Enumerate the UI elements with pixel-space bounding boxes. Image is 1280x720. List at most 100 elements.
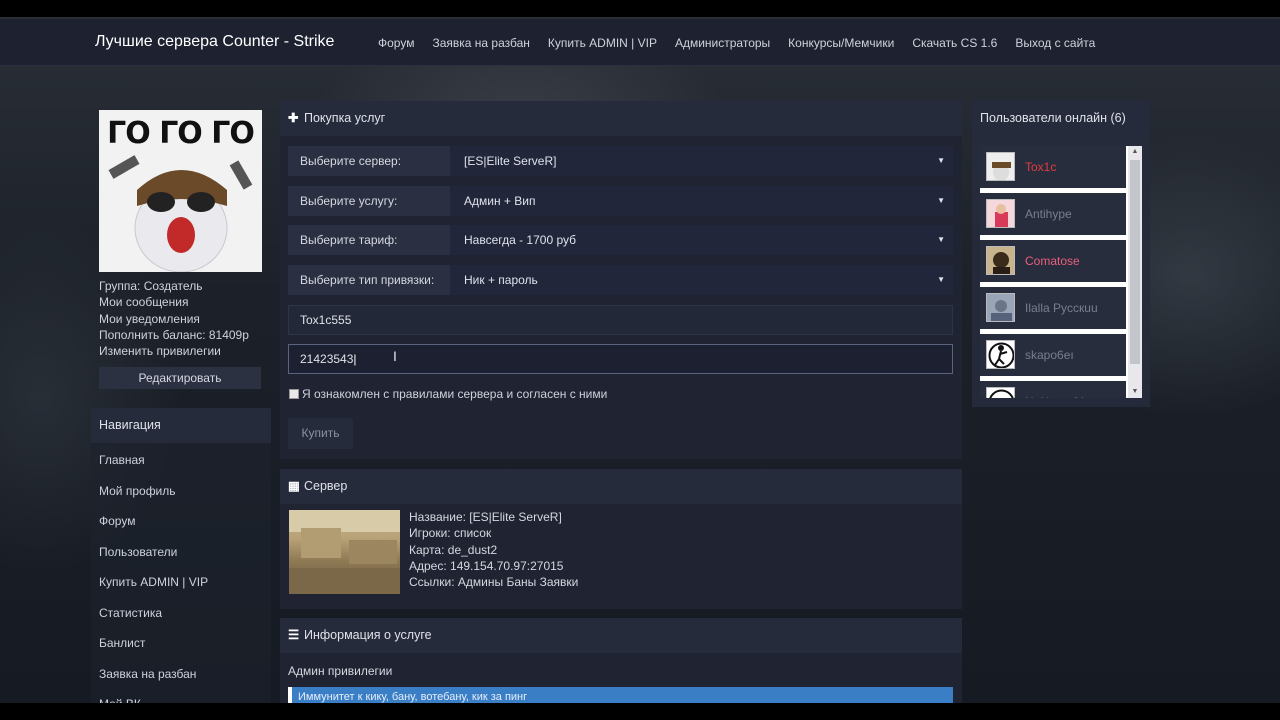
- site-brand[interactable]: Лучшие сервера Counter - Strike: [95, 33, 334, 51]
- tariff-select-row: Выберите тариф: Навсегда - 1700 руб ▼: [288, 225, 953, 255]
- service-info-panel: ☰ Информация о услуге Админ привилегии Им…: [280, 618, 962, 703]
- binding-select-label: Выберите тип привязки:: [288, 265, 450, 295]
- binding-select[interactable]: Ник + пароль ▼: [450, 265, 953, 295]
- online-user[interactable]: Comatose: [980, 240, 1126, 282]
- user-name: skapo6eı: [1025, 348, 1074, 362]
- service-select-value: Админ + Вип: [464, 194, 536, 208]
- nav-links: Форум Заявка на разбан Купить ADMIN | VI…: [378, 36, 1113, 50]
- nav-item-buy-admin[interactable]: Купить ADMIN | VIP: [99, 575, 208, 589]
- user-avatar: [986, 293, 1015, 322]
- map-thumbnail[interactable]: [289, 510, 400, 594]
- online-user[interactable]: Tox1c: [980, 146, 1126, 188]
- purchase-heading: ✚ Покупка услуг: [280, 101, 962, 136]
- binding-select-value: Ник + пароль: [464, 273, 538, 287]
- change-privileges-link[interactable]: Изменить привилегии: [99, 343, 249, 359]
- edit-profile-button[interactable]: Редактировать: [99, 367, 261, 389]
- user-name: Comatose: [1025, 254, 1080, 268]
- online-users-panel: Пользователи онлайн (6) Tox1c Antihype C…: [972, 100, 1150, 407]
- server-panel: ▦ Сервер Название: [ES|Elite ServeR] Игро…: [280, 469, 962, 609]
- server-heading: ▦ Сервер: [280, 469, 962, 504]
- agree-checkbox[interactable]: [289, 389, 299, 399]
- service-select[interactable]: Админ + Вип ▼: [450, 186, 953, 216]
- agree-label[interactable]: Я ознакомлен с правилами сервера и согла…: [302, 387, 607, 401]
- tariff-select-label: Выберите тариф:: [288, 225, 450, 255]
- binding-select-row: Выберите тип привязки: Ник + пароль ▼: [288, 265, 953, 295]
- buy-button[interactable]: Купить: [288, 418, 353, 449]
- password-input[interactable]: 21423543|: [288, 344, 953, 374]
- nav-item-banlist[interactable]: Банлист: [99, 636, 145, 650]
- user-name: Ilalla Pyccкuu: [1025, 301, 1098, 315]
- user-avatar: [986, 246, 1015, 275]
- server-name: Название: [ES|Elite ServeR]: [409, 510, 562, 524]
- server-info: Название: [ES|Elite ServeR] Игроки: спис…: [409, 509, 578, 590]
- letterbox-bottom: [0, 703, 1280, 720]
- caret-down-icon: ▼: [937, 235, 945, 244]
- tariff-select[interactable]: Навсегда - 1700 руб ▼: [450, 225, 953, 255]
- password-input-value: 21423543: [300, 352, 354, 366]
- online-user[interactable]: Antihype: [980, 193, 1126, 235]
- nav-link-download[interactable]: Скачать CS 1.6: [912, 36, 997, 50]
- server-players[interactable]: Игроки: список: [409, 525, 578, 541]
- tariff-select-value: Навсегда - 1700 руб: [464, 233, 577, 247]
- nav-link-logout[interactable]: Выход с сайта: [1015, 36, 1095, 50]
- service-info-title: Информация о услуге: [304, 628, 432, 642]
- nav-item-unban[interactable]: Заявка на разбан: [99, 667, 196, 681]
- service-info-heading: ☰ Информация о услуге: [280, 618, 962, 653]
- online-user[interactable]: skapo6eı: [980, 334, 1126, 376]
- plus-icon: ✚: [288, 111, 299, 125]
- nav-item-profile[interactable]: Мой профиль: [99, 484, 176, 498]
- server-select[interactable]: [ES|Elite ServeR] ▼: [450, 146, 953, 176]
- top-up-balance-link[interactable]: Пополнить баланс: 81409р: [99, 327, 249, 343]
- nav-item-users[interactable]: Пользователи: [99, 545, 177, 559]
- avatar-meme-icon: [108, 155, 253, 272]
- caret-down-icon: ▼: [937, 275, 945, 284]
- user-avatar: [986, 199, 1015, 228]
- letterbox-top: [0, 0, 1280, 17]
- user-avatar: [986, 387, 1015, 398]
- service-select-row: Выберите услугу: Админ + Вип ▼: [288, 186, 953, 216]
- list-icon: ☰: [288, 628, 300, 642]
- online-user[interactable]: Ilalla Pyccкuu: [980, 287, 1126, 329]
- scroll-thumb[interactable]: [1130, 160, 1140, 364]
- agree-row: Я ознакомлен с правилами сервера и согла…: [289, 387, 607, 401]
- user-group: Группа: Создатель: [99, 279, 203, 293]
- scroll-down-icon[interactable]: ▼: [1128, 386, 1142, 398]
- server-body: Название: [ES|Elite ServeR] Игроки: спис…: [280, 504, 962, 609]
- server-select-value: [ES|Elite ServeR]: [464, 154, 557, 168]
- nav-link-forum[interactable]: Форум: [378, 36, 414, 50]
- navigation-heading: Навигация: [91, 408, 271, 443]
- my-messages-link[interactable]: Мои сообщения: [99, 294, 249, 310]
- nav-item-home[interactable]: Главная: [99, 453, 145, 467]
- text-cursor-icon: I: [393, 348, 397, 364]
- avatar[interactable]: ГО ГО ГО: [99, 110, 262, 272]
- nav-link-admins[interactable]: Администраторы: [675, 36, 770, 50]
- service-info-bar: Иммунитет к кику, бану, вотебану, кик за…: [288, 687, 953, 703]
- nav-link-buy-admin[interactable]: Купить ADMIN | VIP: [548, 36, 657, 50]
- online-user[interactable]: NoName21: [980, 381, 1126, 398]
- server-title: Сервер: [304, 479, 348, 493]
- online-list-scrollbar[interactable]: ▲ ▼: [1128, 146, 1142, 398]
- navigation-list: Главная Мой профиль Форум Пользователи К…: [91, 443, 271, 713]
- nav-link-unban-request[interactable]: Заявка на разбан: [432, 36, 529, 50]
- scroll-up-icon[interactable]: ▲: [1128, 146, 1142, 158]
- nav-item-stats[interactable]: Статистика: [99, 606, 162, 620]
- purchase-panel: ✚ Покупка услуг Выберите сервер: [ES|Elit…: [280, 101, 962, 459]
- nav-item-forum[interactable]: Форум: [99, 514, 135, 528]
- user-name: Tox1c: [1025, 160, 1057, 174]
- grid-icon: ▦: [288, 479, 300, 493]
- caret-down-icon: ▼: [937, 196, 945, 205]
- service-select-label: Выберите услугу:: [288, 186, 450, 216]
- online-users-title: Пользователи онлайн (6): [980, 111, 1126, 125]
- top-navbar: Лучшие сервера Counter - Strike Форум За…: [0, 19, 1280, 66]
- nick-input[interactable]: Tox1c555: [288, 305, 953, 335]
- my-notifications-link[interactable]: Мои уведомления: [99, 311, 249, 327]
- user-avatar: [986, 152, 1015, 181]
- server-select-label: Выберите сервер:: [288, 146, 450, 176]
- server-address: Адрес: 149.154.70.97:27015: [409, 558, 564, 573]
- nav-link-contests[interactable]: Конкурсы/Мемчики: [788, 36, 894, 50]
- server-links[interactable]: Ссылки: Админы Баны Заявки: [409, 574, 578, 590]
- user-name: NoName21: [1025, 381, 1086, 398]
- user-name: Antihype: [1025, 207, 1072, 221]
- server-map: Карта: de_dust2: [409, 542, 498, 557]
- server-select-row: Выберите сервер: [ES|Elite ServeR] ▼: [288, 146, 953, 176]
